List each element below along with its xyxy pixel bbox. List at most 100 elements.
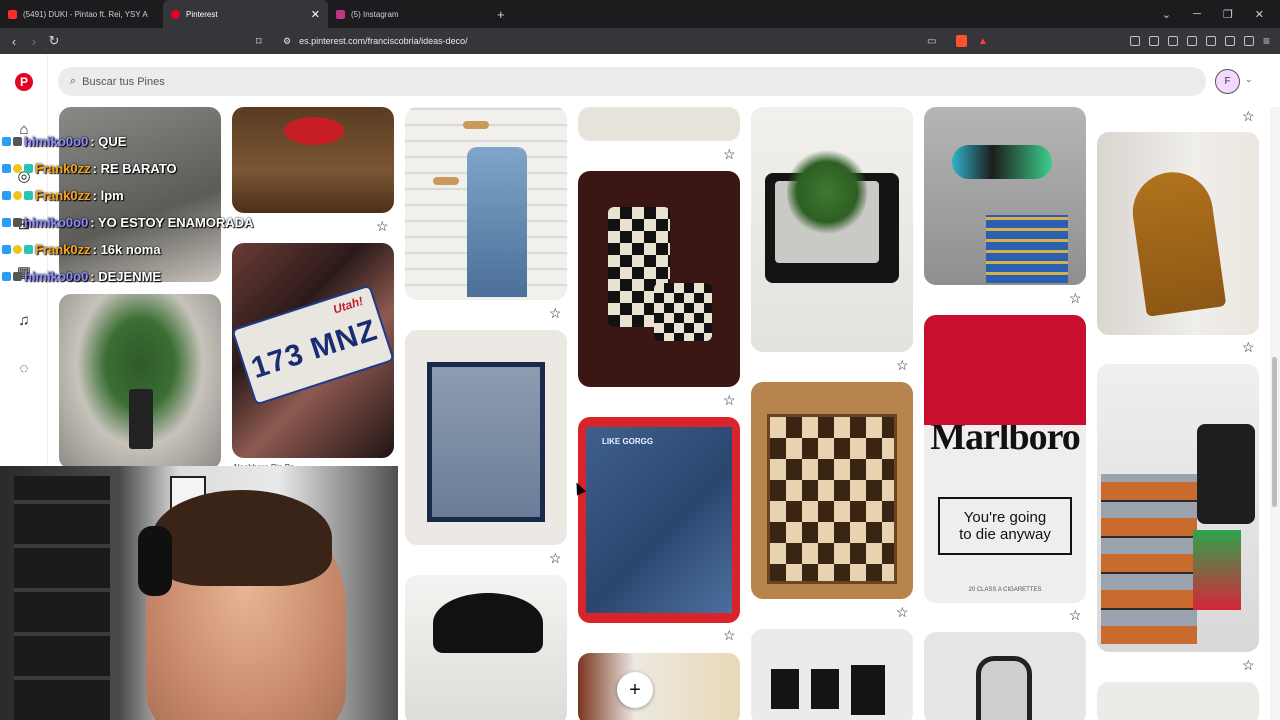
media-icon[interactable] [1167,36,1178,46]
warning-line-2: to die anyway [959,526,1051,543]
pin-card[interactable] [232,107,394,213]
poster-frame [851,665,885,715]
site-info-icon[interactable]: ⚙ [283,36,291,47]
pinterest-favicon-icon [171,9,180,19]
marlboro-footer-text: 20 CLASS A CIGARETTES [968,587,1042,593]
chat-text: : QUE [90,134,127,149]
poster-frame [771,669,799,709]
sidebar-icon[interactable] [1186,36,1197,46]
pin-card[interactable] [405,107,567,300]
pinterest-logo-icon[interactable]: P [15,73,33,91]
save-star-icon[interactable]: ☆ [896,358,909,372]
verified-badge-icon [2,137,11,146]
pin-card[interactable] [924,632,1086,720]
verified-badge-icon [2,272,11,281]
gift-badge-icon [24,164,33,173]
pin-card[interactable] [751,382,913,599]
save-star-icon[interactable]: ☆ [896,605,909,619]
puzzle-icon[interactable] [1148,36,1159,46]
menu-icon[interactable]: ≡ [1263,34,1270,48]
messages-icon[interactable]: ◌ [16,361,32,377]
chat-username: Frank0zz [35,242,91,257]
marlboro-crest-icon: ♛ [995,339,1015,364]
chess-board-glasses [767,414,897,584]
avatar[interactable]: F [1215,69,1240,94]
translate-icon[interactable] [1129,36,1140,46]
search-input[interactable]: ⌕ Buscar tus Pines [58,67,1206,96]
search-placeholder: Buscar tus Pines [82,75,165,88]
save-star-icon[interactable]: ☆ [1069,291,1082,305]
chat-message: himiko0o0 : YO ESTOY ENAMORADA [2,215,254,230]
pin-card[interactable] [405,330,567,545]
hanging-plant [787,147,867,237]
cast-icon[interactable]: ▭ [927,36,936,47]
brave-shield-icon[interactable] [956,35,967,47]
pin-card[interactable] [578,107,740,141]
save-star-icon[interactable]: ☆ [723,628,736,642]
rewards-icon[interactable]: ▲ [978,36,988,47]
pin-card[interactable]: LIKE GORGG [578,417,740,623]
pin-card[interactable] [59,294,221,469]
pin-card[interactable] [578,171,740,387]
book-stack [986,215,1068,283]
wallet-icon[interactable] [1205,36,1216,46]
restore-icon[interactable]: ❐ [1223,8,1233,21]
reload-icon[interactable]: ↻ [44,33,64,49]
pin-card[interactable] [578,653,740,720]
pin-card[interactable] [1097,364,1259,652]
tab-youtube[interactable]: (5491) DUKI - Pintao ft. Rei, YSY A [0,0,163,28]
add-pin-button[interactable]: + [617,672,653,708]
pin-card[interactable]: Utah! 173 MNZ [232,243,394,458]
license-plate: Utah! 173 MNZ [232,284,394,406]
tab-pinterest[interactable]: Pinterest ✕ [163,0,328,28]
save-star-icon[interactable]: ☆ [723,393,736,407]
save-star-icon[interactable]: ☆ [1069,608,1082,622]
back-icon[interactable]: ‹ [4,34,24,49]
chat-username: himiko0o0 [24,215,89,230]
save-star-icon[interactable]: ☆ [1242,109,1255,123]
denim-panel [586,427,732,613]
close-tab-icon[interactable]: ✕ [311,8,320,21]
save-star-icon[interactable]: ☆ [1242,658,1255,672]
save-star-icon[interactable]: ☆ [1242,340,1255,354]
notifications-bell-icon[interactable]: ♫ [16,313,32,329]
pin-card[interactable] [924,107,1086,285]
skate-hook [463,121,489,129]
save-star-icon[interactable]: ☆ [723,147,736,161]
chat-text: : YO ESTOY ENAMORADA [90,215,254,230]
verified-badge-icon [2,245,11,254]
forward-icon[interactable]: › [24,34,44,49]
account-chevron-down-icon[interactable]: ⌄ [1245,74,1253,85]
chat-username: Frank0zz [35,161,91,176]
tab-label: (5) Instagram [351,9,399,19]
new-tab-button[interactable]: + [497,7,505,22]
pin-card[interactable] [751,629,913,720]
tab-instagram[interactable]: (5) Instagram [328,0,493,28]
save-star-icon[interactable]: ☆ [549,551,562,565]
verified-badge-icon [2,164,11,173]
pin-card[interactable]: ♛ Marlboro You're going to die anyway 20… [924,315,1086,603]
search-icon: ⌕ [70,75,77,87]
chat-message: himiko0o0 : QUE [2,134,126,149]
pin-card[interactable] [751,107,913,352]
minimize-icon[interactable]: ─ [1193,8,1201,20]
sunglasses-frame [427,362,545,522]
page-scrollbar[interactable] [1270,107,1280,720]
leo-icon[interactable] [1224,36,1235,46]
mirror [976,656,1032,720]
pin-card[interactable] [405,575,567,720]
pin-card[interactable] [1097,132,1259,335]
sub-badge-icon [13,218,22,227]
close-window-icon[interactable]: ✕ [1255,8,1264,21]
save-star-icon[interactable]: ☆ [549,306,562,320]
bookmark-icon[interactable]: ⌑ [256,35,262,48]
tab-list-icon[interactable]: ⌄ [1162,8,1171,21]
vpn-icon[interactable] [1243,36,1254,46]
hanging-bags [1197,424,1255,524]
streamer-hair [152,490,332,586]
youtube-favicon-icon [8,9,17,19]
pin-card[interactable] [1097,682,1259,720]
url-bar[interactable]: ⚙ es.pinterest.com/franciscobria/ideas-d… [275,31,997,51]
save-star-icon[interactable]: ☆ [376,219,389,233]
scrollbar-thumb[interactable] [1272,357,1277,507]
